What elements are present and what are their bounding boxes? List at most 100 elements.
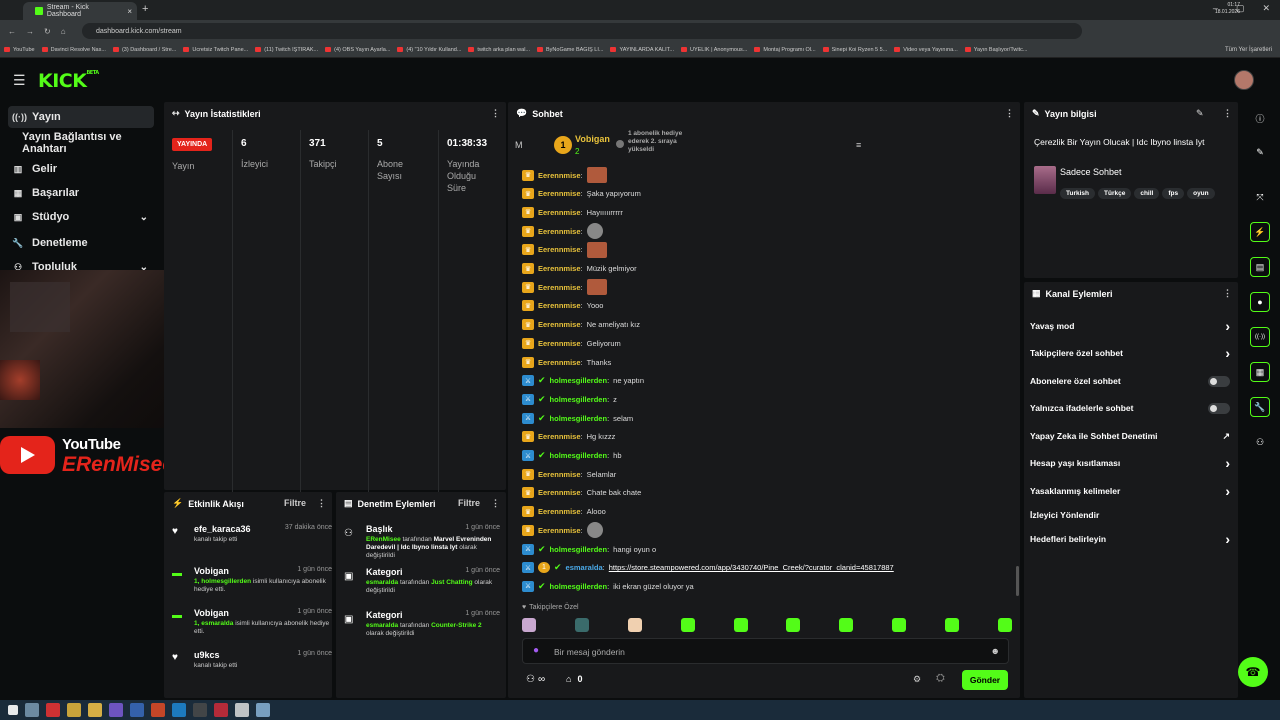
obs-icon[interactable] (109, 703, 123, 717)
chevron-down-icon[interactable]: ⌄ (140, 262, 148, 271)
activity-username[interactable]: Vobigan (194, 566, 229, 576)
chat-username[interactable]: Eerennmise (538, 470, 581, 479)
chat-username[interactable]: Eerennmise (538, 432, 581, 441)
channel-action-5[interactable]: Hesap yaşı kısıtlaması › (1030, 455, 1230, 471)
lightning-icon[interactable]: ⚡ (1250, 222, 1270, 242)
broadcast-icon[interactable]: ((·)) (1250, 327, 1270, 347)
chat-filter-icon[interactable]: ≡ (856, 140, 861, 150)
stream-tag[interactable]: Turkish (1060, 188, 1095, 199)
activity-username[interactable]: efe_karaca36 (194, 524, 251, 534)
sidebar-item[interactable]: Yayın Bağlantısı ve Anahtarı (8, 131, 154, 155)
chevron-down-icon[interactable]: ⌄ (140, 212, 148, 223)
bookmark-item[interactable]: twitch arka plan wal... (468, 47, 530, 53)
bookmark-item[interactable]: (4) "10 Yıldır Kulland... (397, 47, 461, 53)
bookmark-item[interactable]: Yayın Başlıyor/Twitc... (964, 47, 1027, 53)
chat-username[interactable]: holmesgillerden (550, 395, 608, 404)
external-link-icon[interactable]: ↗ (1222, 431, 1230, 442)
emote-icon[interactable] (892, 618, 907, 632)
channel-action-1[interactable]: Takipçilere özel sohbet › (1030, 345, 1230, 361)
windows-start-icon[interactable] (8, 705, 18, 715)
pencil-icon[interactable]: ✎ (1250, 142, 1270, 162)
chat-username[interactable]: Eerennmise (538, 526, 581, 535)
app-icon[interactable] (235, 703, 249, 717)
reload-icon[interactable]: ↻ (44, 27, 51, 36)
avatar[interactable] (1234, 70, 1254, 90)
emote-icon[interactable] (522, 618, 536, 632)
chevron-right-icon[interactable]: › (1225, 531, 1230, 547)
points-row[interactable]: ⚇ ∞ (526, 674, 545, 685)
chat-text[interactable]: https://store.steampowered.com/app/34307… (609, 563, 894, 572)
chat-username[interactable]: Eerennmise (538, 339, 581, 348)
toggle-switch[interactable] (1208, 375, 1230, 387)
stream-tag[interactable]: chill (1134, 188, 1160, 199)
edit-icon[interactable]: ✎ (1196, 108, 1204, 119)
chat-bubble-icon[interactable]: ● (1250, 292, 1270, 312)
sidebar-item[interactable]: ((·)) Yayın (8, 106, 154, 128)
chat-username[interactable]: holmesgillerden (550, 545, 608, 554)
chat-scrollbar[interactable] (1016, 566, 1019, 596)
store-row[interactable]: ⌂ 0 (566, 674, 582, 684)
chat-username[interactable]: Eerennmise (538, 208, 581, 217)
activity-username[interactable]: Vobigan (194, 608, 229, 618)
users-icon[interactable]: ⚇ (1250, 432, 1270, 452)
emoji-icon[interactable]: ☻ (991, 646, 1000, 656)
bookmark-item[interactable]: Montaj Programı Ol... (754, 47, 816, 53)
sidebar-item[interactable]: ⚇ Topluluk ⌄ (8, 256, 154, 270)
app-icon[interactable] (46, 703, 60, 717)
chevron-right-icon[interactable]: › (1225, 318, 1230, 334)
chevron-right-icon[interactable]: › (1225, 345, 1230, 361)
new-tab-button[interactable]: + (142, 3, 148, 15)
chat-username[interactable]: Eerennmise (538, 488, 581, 497)
emote-icon[interactable] (997, 618, 1012, 632)
bookmark-item[interactable]: Davinci Resolve Nas... (41, 47, 106, 53)
menu-icon[interactable]: ☰ (13, 72, 26, 89)
chat-username[interactable]: Eerennmise (538, 283, 581, 292)
back-icon[interactable]: ← (8, 27, 16, 36)
forward-icon[interactable]: → (26, 27, 34, 36)
steam-icon[interactable] (130, 703, 144, 717)
chat-username[interactable]: Eerennmise (538, 227, 581, 236)
chat-username[interactable]: esmaralda (566, 563, 603, 572)
category-thumbnail[interactable] (1034, 166, 1056, 194)
emote-icon[interactable] (733, 618, 748, 632)
wrench-icon[interactable]: 🔧 (1250, 397, 1270, 417)
emote-icon[interactable] (786, 618, 801, 632)
layers-icon[interactable]: ▦ (1250, 362, 1270, 382)
stats-menu-icon[interactable]: ⋮ (491, 108, 500, 119)
chevron-right-icon[interactable]: › (1225, 483, 1230, 499)
category-name[interactable]: Sadece Sohbet (1060, 167, 1122, 177)
bookmark-item[interactable]: (4) OBS Yayın Ayarla... (325, 47, 390, 53)
chat-username[interactable]: Eerennmise (538, 245, 581, 254)
chevron-right-icon[interactable]: › (1225, 455, 1230, 471)
chat-settings-icon[interactable]: ⚙ (913, 674, 921, 685)
sidebar-item[interactable]: 🔧 Denetleme (8, 232, 154, 254)
emote-icon[interactable] (839, 618, 854, 632)
sidebar-item[interactable]: ▥ Gelir (8, 158, 154, 180)
activity-filter-button[interactable]: Filtre (284, 498, 306, 508)
app-icon[interactable] (256, 703, 270, 717)
stream-tag[interactable]: Türkçe (1098, 188, 1132, 199)
channel-action-2[interactable]: Abonelere özel sohbet (1030, 373, 1230, 389)
emote-icon[interactable] (574, 618, 589, 632)
channel-action-8[interactable]: Hedefleri belirleyin › (1030, 531, 1230, 547)
stream-info-menu-icon[interactable]: ⋮ (1223, 108, 1232, 119)
chat-username[interactable]: Eerennmise (538, 358, 581, 367)
info-icon[interactable]: ⓘ (1250, 108, 1270, 128)
bookmark-item[interactable]: (3) Dashboard / Stre... (112, 47, 176, 53)
toggle-switch[interactable] (1208, 402, 1230, 414)
channel-actions-menu-icon[interactable]: ⋮ (1223, 288, 1232, 299)
channel-action-3[interactable]: Yalnızca ifadelerle sohbet (1030, 400, 1230, 416)
chat-menu-icon[interactable]: ⋮ (1005, 108, 1014, 119)
home-icon[interactable]: ⌂ (61, 27, 66, 36)
moderation-filter-button[interactable]: Filtre (458, 498, 480, 508)
chat-username[interactable]: Eerennmise (538, 264, 581, 273)
edge-icon[interactable] (172, 703, 186, 717)
file-explorer-icon[interactable] (67, 703, 81, 717)
stream-tag[interactable]: oyun (1187, 188, 1215, 199)
clipboard-icon[interactable]: ▤ (1250, 257, 1270, 277)
chat-username[interactable]: Eerennmise (538, 320, 581, 329)
bookmark-item[interactable]: YouTube (4, 47, 35, 53)
bot-icon[interactable]: ⛭ (936, 672, 945, 685)
close-window-button[interactable]: ✕ (1262, 3, 1270, 14)
channel-action-7[interactable]: İzleyici Yönlendir (1030, 507, 1230, 523)
